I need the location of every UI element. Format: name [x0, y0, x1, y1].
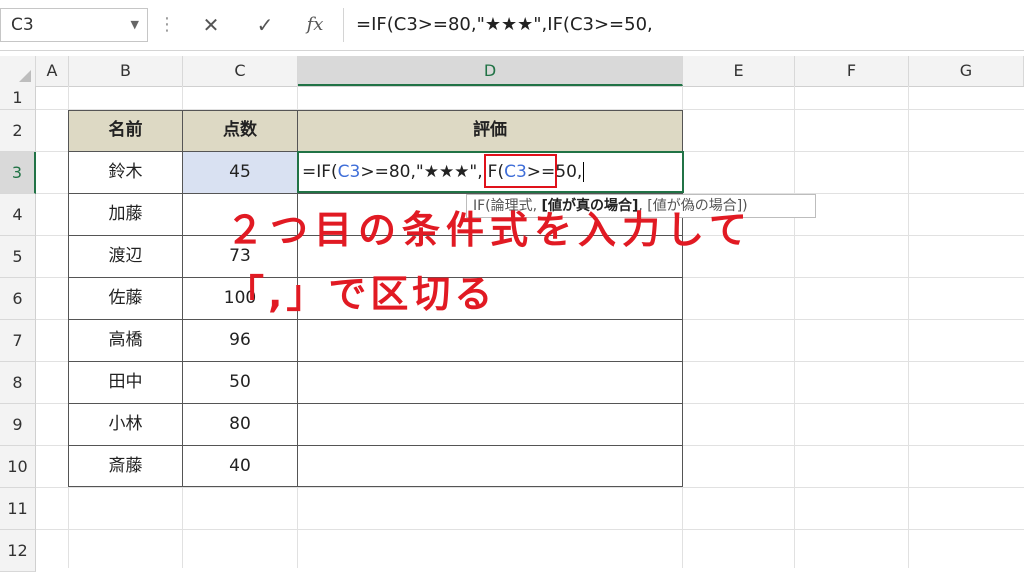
row-header-5[interactable]: 5 [0, 236, 36, 278]
select-all-button[interactable] [0, 56, 36, 86]
table-divider [68, 403, 683, 404]
text-cursor [583, 162, 585, 182]
row-header-4[interactable]: 4 [0, 194, 36, 236]
formula-bar: C3 ▼ ⋮ ✕ ✓ fx =IF(C3>=80,"★★★",IF(C3>=50… [0, 0, 1024, 51]
annotation-line-1: ２つ目の条件式を入力して [226, 208, 753, 252]
corner-triangle-icon [19, 70, 31, 82]
formula-part: =IF( [302, 162, 338, 182]
highlight-box [484, 154, 557, 188]
gridline [908, 86, 909, 568]
row-header-6[interactable]: 6 [0, 278, 36, 320]
column-header-b[interactable]: B [69, 56, 183, 86]
gridline [794, 86, 795, 568]
table-divider [68, 319, 683, 320]
check-icon: ✓ [256, 13, 274, 37]
table-divider [182, 110, 183, 487]
column-header-c[interactable]: C [183, 56, 298, 86]
column-header-a[interactable]: A [36, 56, 69, 86]
formula-input[interactable]: =IF(C3>=80,"★★★",IF(C3>=50, [343, 8, 1024, 42]
row-header-11[interactable]: 11 [0, 488, 36, 530]
gridline [36, 487, 1024, 488]
drag-handle[interactable]: ⋮ [158, 14, 176, 36]
name-box[interactable]: C3 ▼ [0, 8, 148, 42]
row-header-9[interactable]: 9 [0, 404, 36, 446]
row-header-2[interactable]: 2 [0, 110, 36, 152]
column-header-f[interactable]: F [795, 56, 909, 86]
row-header-10[interactable]: 10 [0, 446, 36, 488]
row-header-1[interactable]: 1 [0, 86, 36, 110]
row-header-12[interactable]: 12 [0, 530, 36, 572]
formula-text: =IF(C3>=80,"★★★",IF(C3>=50, [356, 14, 653, 35]
cell-reference: C3 [337, 162, 361, 182]
name-box-value: C3 [11, 15, 34, 35]
insert-function-button[interactable]: fx [294, 8, 336, 42]
column-headers: A B C D E F G [0, 56, 1024, 87]
enter-button[interactable]: ✓ [244, 8, 286, 42]
row-header-3[interactable]: 3 [0, 152, 36, 194]
close-icon: ✕ [202, 13, 220, 37]
fx-icon: fx [306, 14, 324, 35]
row-header-7[interactable]: 7 [0, 320, 36, 362]
cancel-button[interactable]: ✕ [190, 8, 232, 42]
formula-part: >=80,"★★★",IF( [360, 162, 505, 182]
gridline [36, 529, 1024, 530]
column-header-g[interactable]: G [909, 56, 1024, 86]
column-header-d[interactable]: D [298, 56, 683, 86]
annotation-line-2: 「,」で区切る [226, 272, 497, 316]
column-header-e[interactable]: E [683, 56, 795, 86]
chevron-down-icon[interactable]: ▼ [131, 9, 139, 41]
table-divider [68, 361, 683, 362]
table-divider [68, 445, 683, 446]
row-header-8[interactable]: 8 [0, 362, 36, 404]
